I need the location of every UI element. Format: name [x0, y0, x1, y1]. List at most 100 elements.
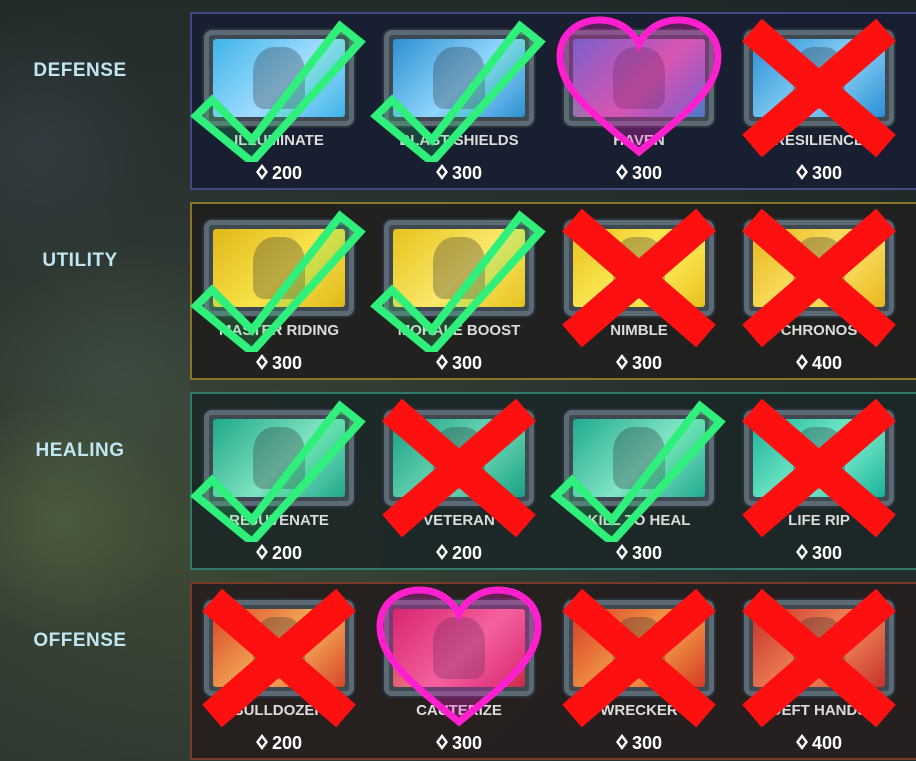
credit-icon — [435, 354, 448, 370]
talent-card[interactable]: BLAST SHIELDS 300 — [370, 12, 546, 183]
talent-icon-frame — [204, 30, 354, 126]
talent-icon-frame — [564, 30, 714, 126]
talent-card[interactable]: WRECKER 300 — [550, 582, 716, 753]
talent-cost: 300 — [204, 353, 354, 374]
talent-icon-frame — [744, 410, 894, 506]
talent-art — [213, 229, 345, 307]
talent-cost: 300 — [744, 163, 894, 184]
talent-art-figure — [612, 616, 666, 680]
credit-icon — [435, 164, 448, 180]
credit-icon — [255, 354, 268, 370]
talent-name: MASTER RIDING — [219, 322, 339, 339]
talent-cost-value: 300 — [451, 733, 483, 753]
talent-card[interactable]: DEFT HANDS 400 — [730, 582, 896, 753]
talent-art-figure — [252, 236, 306, 300]
talent-cost-value: 300 — [271, 353, 303, 373]
credit-icon — [795, 164, 808, 180]
talent-icon-frame — [204, 410, 354, 506]
talent-icon-frame — [564, 600, 714, 696]
talent-card[interactable]: NIMBLE 300 — [550, 202, 716, 373]
talent-art-figure — [612, 426, 666, 490]
row-label-offense: OFFENSE — [33, 630, 127, 651]
talent-art — [213, 419, 345, 497]
talent-name: NIMBLE — [610, 322, 668, 339]
talent-art — [573, 229, 705, 307]
talent-art-figure — [792, 46, 846, 110]
talent-card[interactable]: CAUTERIZE 300 — [370, 582, 542, 753]
talent-name: RESILIENCE — [773, 132, 864, 149]
talent-cost-value: 300 — [811, 543, 843, 563]
talent-card[interactable]: HAVEN 300 — [550, 12, 722, 183]
talent-cost: 300 — [564, 353, 714, 374]
talent-art — [573, 419, 705, 497]
talent-art — [393, 229, 525, 307]
talent-cost-value: 300 — [811, 163, 843, 183]
talent-card[interactable]: REJUVENATE 200 — [190, 392, 366, 563]
talent-name: ILLUMINATE — [234, 132, 324, 149]
talent-cost: 200 — [204, 163, 354, 184]
talent-cost: 200 — [384, 543, 534, 564]
talent-cost: 300 — [564, 733, 714, 754]
credit-icon — [255, 734, 268, 750]
credit-icon — [795, 354, 808, 370]
talent-cost-value: 300 — [451, 353, 483, 373]
talent-name: REJUVENATE — [229, 512, 329, 529]
row-label-utility: UTILITY — [42, 250, 118, 271]
talent-icon-frame — [384, 410, 534, 506]
talent-icon-frame — [384, 30, 534, 126]
talent-cost-value: 300 — [631, 163, 663, 183]
talent-card[interactable]: MORALE BOOST 300 — [370, 202, 546, 373]
talent-art-figure — [432, 236, 486, 300]
talent-cost-value: 300 — [631, 543, 663, 563]
talent-name: HAVEN — [613, 132, 665, 149]
talent-cost: 400 — [744, 733, 894, 754]
talent-card[interactable]: LIFE RIP 300 — [730, 392, 896, 563]
talent-art-figure — [792, 616, 846, 680]
talent-art — [393, 419, 525, 497]
talent-name: KILL TO HEAL — [587, 512, 691, 529]
talent-cost-value: 200 — [271, 163, 303, 183]
credit-icon — [615, 734, 628, 750]
talent-art-figure — [432, 616, 486, 680]
talent-cost-value: 200 — [271, 543, 303, 563]
talent-art — [753, 419, 885, 497]
talent-art — [393, 39, 525, 117]
credit-icon — [615, 354, 628, 370]
talent-cost-value: 400 — [811, 353, 843, 373]
talent-art-figure — [432, 46, 486, 110]
talent-card[interactable]: BULLDOZER 200 — [190, 582, 356, 753]
talent-art — [573, 609, 705, 687]
talent-cost: 400 — [744, 353, 894, 374]
talent-cost: 300 — [384, 733, 534, 754]
talent-icon-frame — [204, 220, 354, 316]
talent-name: CAUTERIZE — [416, 702, 502, 719]
talent-cost-value: 300 — [451, 163, 483, 183]
talent-cost: 300 — [384, 163, 534, 184]
talent-name: CHRONOS — [780, 322, 858, 339]
talent-name: LIFE RIP — [788, 512, 850, 529]
talent-art-figure — [792, 426, 846, 490]
talent-name: BULLDOZER — [232, 702, 326, 719]
talent-art-figure — [792, 236, 846, 300]
credit-icon — [255, 544, 268, 560]
talent-art — [573, 39, 705, 117]
talent-art — [753, 39, 885, 117]
talent-art-figure — [612, 236, 666, 300]
talent-cost: 300 — [384, 353, 534, 374]
row-label-defense: DEFENSE — [33, 60, 127, 81]
talent-card[interactable]: RESILIENCE 300 — [730, 12, 896, 183]
talent-card[interactable]: VETERAN 200 — [370, 392, 536, 563]
credit-icon — [435, 544, 448, 560]
talent-card[interactable]: KILL TO HEAL 300 — [550, 392, 726, 563]
talent-art-figure — [612, 46, 666, 110]
talent-card[interactable]: CHRONOS 400 — [730, 202, 896, 373]
talent-cost-value: 300 — [631, 353, 663, 373]
talent-icon-frame — [744, 220, 894, 316]
talent-card[interactable]: MASTER RIDING 300 — [190, 202, 366, 373]
credit-icon — [435, 734, 448, 750]
talent-card[interactable]: ILLUMINATE 200 — [190, 12, 366, 183]
talent-icon-frame — [384, 600, 534, 696]
talent-art-figure — [252, 426, 306, 490]
talent-cost: 200 — [204, 543, 354, 564]
talent-icon-frame — [744, 30, 894, 126]
